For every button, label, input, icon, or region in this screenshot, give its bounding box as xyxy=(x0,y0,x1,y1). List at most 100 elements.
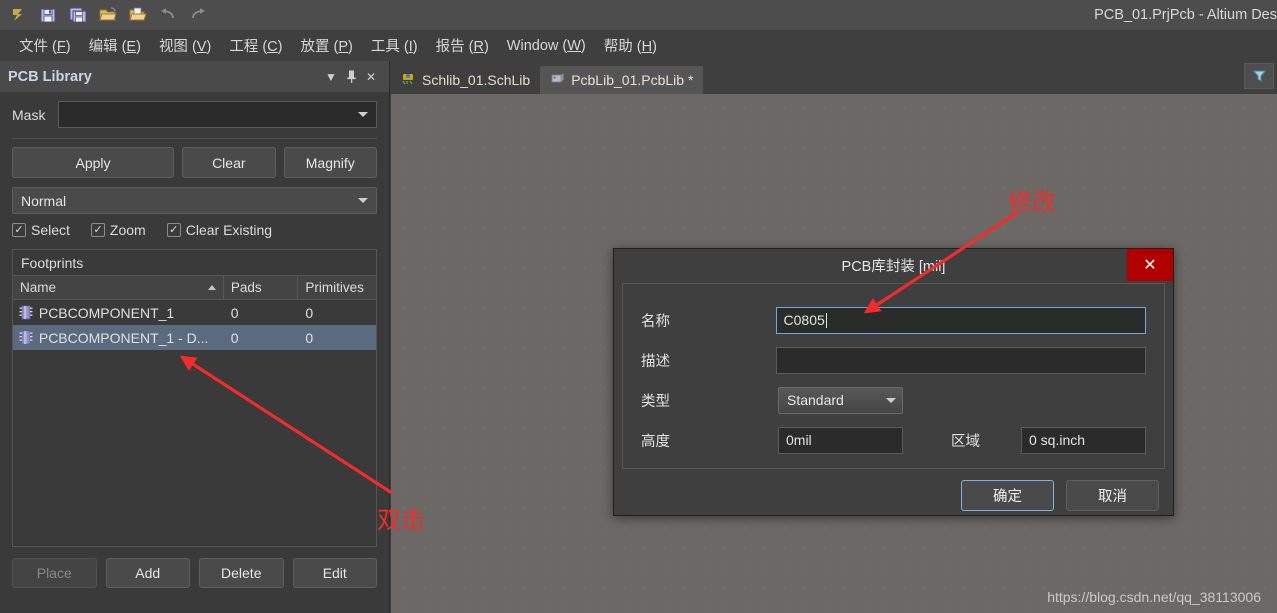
editor-tab-label: PcbLib_01.PcbLib * xyxy=(571,72,694,88)
name-input-value: C0805 xyxy=(783,312,825,328)
pcb-library-footprint-dialog: PCB库封装 [mil] ✕ 名称 C0805 描述 类型 Standard 高… xyxy=(613,248,1174,516)
close-icon[interactable]: ✕ xyxy=(1127,249,1173,281)
footprint-name: PCBCOMPONENT_1 - D... xyxy=(38,329,209,346)
panel-title: PCB Library xyxy=(8,68,92,85)
menu-item-视图[interactable]: 视图 (V) xyxy=(150,32,220,59)
footprints-list: PCBCOMPONENT_1 0 0 PCBCOMPONENT_1 - D... 0 0 xyxy=(13,300,376,546)
close-icon[interactable]: ✕ xyxy=(361,67,381,87)
undo-icon[interactable] xyxy=(154,2,182,28)
footprint-row[interactable]: PCBCOMPONENT_1 - D... 0 0 xyxy=(13,325,376,350)
column-header-name-label: Name xyxy=(20,280,57,295)
editor-tab-schlib[interactable]: Schlib_01.SchLib xyxy=(391,66,540,94)
menu-item-文件[interactable]: 文件 (F) xyxy=(10,32,80,59)
altium-logo-icon[interactable] xyxy=(4,2,32,28)
checkbox-zoom[interactable]: ✓ Zoom xyxy=(90,222,146,238)
sort-ascending-icon xyxy=(207,285,216,290)
mask-options: ✓ Select ✓ Zoom ✓ Clear Existing xyxy=(0,214,389,238)
menu-item-工具[interactable]: 工具 (I) xyxy=(362,32,427,59)
dialog-footer: 确定 取消 xyxy=(614,469,1173,511)
add-button[interactable]: Add xyxy=(105,558,190,588)
checkbox-box: ✓ xyxy=(90,223,105,237)
type-select[interactable]: Standard xyxy=(778,386,903,414)
chevron-down-icon xyxy=(358,198,368,203)
ok-button[interactable]: 确定 xyxy=(961,480,1054,511)
menu-item-编辑[interactable]: 编辑 (E) xyxy=(80,32,150,59)
pcb-lib-icon xyxy=(550,71,565,89)
type-select-value: Standard xyxy=(787,392,844,408)
delete-button[interactable]: Delete xyxy=(199,558,284,588)
dialog-title-bar: PCB库封装 [mil] ✕ xyxy=(614,249,1173,281)
altium-designer-window: PCB_01.PrjPcb - Altium Des 文件 (F) 编辑 (E) 视… xyxy=(0,0,1277,613)
redo-icon[interactable] xyxy=(184,2,212,28)
panel-header: PCB Library ▼ ✕ xyxy=(0,61,389,92)
save-icon[interactable] xyxy=(34,2,62,28)
menu-bar: 文件 (F) 编辑 (E) 视图 (V) 工程 (C) 放置 (P) 工具 (I) 报告 (… xyxy=(0,30,1277,61)
magnify-button[interactable]: Magnify xyxy=(283,147,377,178)
name-label: 名称 xyxy=(641,313,670,330)
cancel-button[interactable]: 取消 xyxy=(1066,480,1159,511)
footprint-pads: 0 xyxy=(230,304,239,321)
pcb-library-panel: PCB Library ▼ ✕ Mask Apply Clear Magnify xyxy=(0,61,390,613)
edit-button[interactable]: Edit xyxy=(292,558,377,588)
schematic-lib-icon xyxy=(401,71,416,89)
footprints-title: Footprints xyxy=(13,250,376,276)
footprints-header: Name Pads Primitives xyxy=(13,276,376,300)
column-header-primitives[interactable]: Primitives xyxy=(298,276,376,299)
footprint-primitives: 0 xyxy=(305,304,314,321)
chevron-down-icon[interactable]: ▼ xyxy=(321,67,341,87)
mode-value: Normal xyxy=(21,192,67,209)
open-project-icon[interactable] xyxy=(124,2,152,28)
dialog-body: 名称 C0805 描述 类型 Standard 高度 0mil 区域 0 sq.… xyxy=(622,283,1165,469)
area-input: 0 sq.inch xyxy=(1021,426,1146,454)
mask-action-buttons: Apply Clear Magnify xyxy=(0,139,389,178)
footprints-box: Footprints Name Pads Primitives PCBCOMPO… xyxy=(12,249,377,547)
column-header-name[interactable]: Name xyxy=(13,276,224,299)
save-all-icon[interactable] xyxy=(64,2,92,28)
type-label: 类型 xyxy=(641,393,670,410)
title-bar: PCB_01.PrjPcb - Altium Des xyxy=(0,0,1277,30)
pin-icon[interactable] xyxy=(341,67,361,87)
footprint-row[interactable]: PCBCOMPONENT_1 0 0 xyxy=(13,300,376,325)
description-label: 描述 xyxy=(641,353,670,370)
editor-tab-label: Schlib_01.SchLib xyxy=(422,72,531,88)
editor-tab-bar: Schlib_01.SchLib PcbLib_01.PcbLib * xyxy=(391,61,1277,94)
footprint-name: PCBCOMPONENT_1 xyxy=(38,304,175,321)
text-cursor xyxy=(825,312,827,328)
footprint-icon xyxy=(13,330,39,345)
area-input-value: 0 sq.inch xyxy=(1029,432,1086,448)
watermark-text: https://blog.csdn.net/qq_38113006 xyxy=(1047,589,1261,605)
dialog-title: PCB库封装 [mil] xyxy=(841,258,946,275)
column-header-pads[interactable]: Pads xyxy=(224,276,299,299)
window-title: PCB_01.PrjPcb - Altium Des xyxy=(1094,7,1277,23)
chevron-down-icon xyxy=(886,397,896,403)
mask-label: Mask xyxy=(12,106,46,123)
footprint-icon xyxy=(13,305,39,320)
menu-item-帮助[interactable]: 帮助 (H) xyxy=(595,32,666,59)
filter-funnel-icon[interactable] xyxy=(1244,63,1274,89)
checkbox-box: ✓ xyxy=(166,223,181,237)
checkbox-select[interactable]: ✓ Select xyxy=(12,222,70,238)
open-icon[interactable] xyxy=(94,2,122,28)
name-input[interactable]: C0805 xyxy=(775,306,1146,334)
mask-combo[interactable] xyxy=(58,101,377,128)
footprint-primitives: 0 xyxy=(305,329,314,346)
mask-row: Mask xyxy=(0,92,389,134)
apply-button[interactable]: Apply xyxy=(12,147,175,178)
menu-item-工程[interactable]: 工程 (C) xyxy=(220,32,291,59)
description-input[interactable] xyxy=(775,346,1146,374)
menu-item-放置[interactable]: 放置 (P) xyxy=(292,32,362,59)
checkbox-clear-existing[interactable]: ✓ Clear Existing xyxy=(166,222,273,238)
clear-button[interactable]: Clear xyxy=(182,147,276,178)
name-row: 名称 C0805 xyxy=(641,300,1146,340)
checkbox-label: Select xyxy=(31,222,70,238)
editor-tab-pcblib[interactable]: PcbLib_01.PcbLib * xyxy=(540,66,704,94)
chevron-down-icon xyxy=(358,112,368,117)
menu-item-Window[interactable]: Window (W) xyxy=(498,35,595,57)
menu-item-报告[interactable]: 报告 (R) xyxy=(427,32,498,59)
footprint-action-buttons: Place Add Delete Edit xyxy=(0,547,389,588)
height-input[interactable]: 0mil xyxy=(778,426,903,454)
type-row: 类型 Standard xyxy=(641,380,1146,420)
mode-combo[interactable]: Normal xyxy=(12,187,377,214)
checkbox-label: Clear Existing xyxy=(185,222,273,238)
checkbox-box: ✓ xyxy=(12,223,26,237)
